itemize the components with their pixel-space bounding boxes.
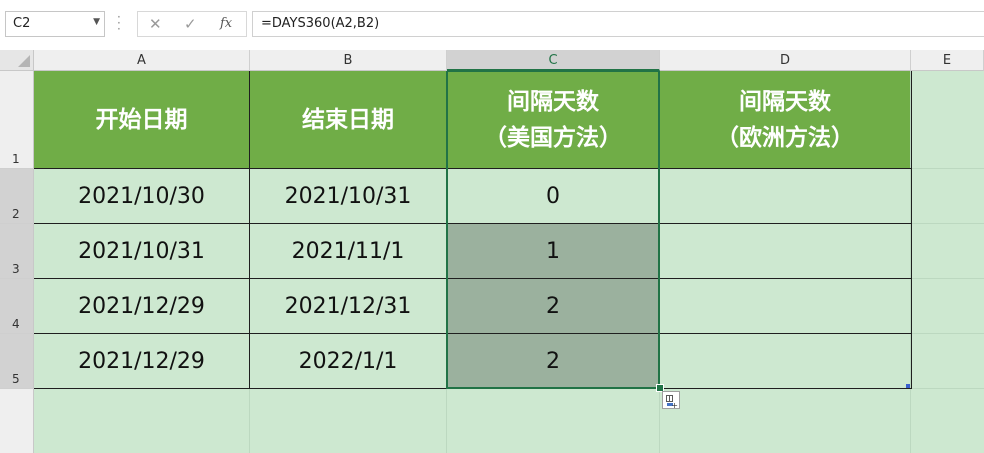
name-box-value: C2 — [13, 16, 31, 31]
formula-text: =DAYS360(A2,B2) — [261, 16, 380, 31]
cell-b2[interactable]: 2021/10/31 — [250, 169, 446, 223]
cell-grid[interactable]: 开始日期 结束日期 间隔天数 （美国方法） 间隔天数 （欧洲方法） 2021/1… — [34, 71, 984, 453]
row-header-2[interactable]: 2 — [0, 169, 34, 224]
cancel-icon[interactable]: ✕ — [149, 15, 162, 33]
gridline — [910, 71, 911, 453]
cell-c2[interactable]: 0 — [447, 169, 659, 223]
column-header-d[interactable]: D — [660, 50, 911, 71]
formula-input[interactable]: =DAYS360(A2,B2) — [252, 11, 984, 37]
row-number: 5 — [12, 372, 20, 386]
enter-icon[interactable]: ✓ — [184, 15, 197, 33]
formula-bar: C2 ▼ · · · ✕ ✓ fx =DAYS360(A2,B2) — [0, 0, 984, 51]
cell-d2[interactable] — [660, 169, 910, 223]
select-all-triangle-icon — [18, 55, 30, 67]
chevron-down-icon[interactable]: ▼ — [93, 17, 100, 27]
cell-b3[interactable]: 2021/11/1 — [250, 224, 446, 278]
header-line: 间隔天数 — [739, 88, 831, 115]
header-line: （欧洲方法） — [716, 124, 854, 151]
header-cell-end-date[interactable]: 结束日期 — [250, 71, 446, 168]
row-header-4[interactable]: 4 — [0, 279, 34, 334]
header-line: （美国方法） — [484, 124, 622, 151]
cell-c3[interactable]: 1 — [447, 224, 659, 278]
cell-a4[interactable]: 2021/12/29 — [34, 279, 249, 333]
insert-function-icon[interactable]: fx — [220, 16, 232, 31]
cell-b5[interactable]: 2022/1/1 — [250, 334, 446, 388]
quick-analysis-icon[interactable]: + — [662, 391, 680, 410]
column-header-e[interactable]: E — [911, 50, 984, 71]
cell-a2[interactable]: 2021/10/30 — [34, 169, 249, 223]
cell-c4[interactable]: 2 — [447, 279, 659, 333]
name-box[interactable]: C2 ▼ — [5, 11, 105, 37]
row-header-6[interactable] — [0, 389, 34, 453]
cell-b4[interactable]: 2021/12/31 — [250, 279, 446, 333]
row-header-3[interactable]: 3 — [0, 224, 34, 279]
header-line: 开始日期 — [95, 106, 188, 133]
cell-a3[interactable]: 2021/10/31 — [34, 224, 249, 278]
row-number: 1 — [12, 152, 20, 166]
formula-buttons: ✕ ✓ fx — [137, 11, 247, 37]
drag-handle-icon[interactable]: · · · — [117, 11, 123, 35]
row-number: 4 — [12, 317, 20, 331]
select-all-button[interactable] — [0, 50, 34, 71]
column-header-b[interactable]: B — [250, 50, 447, 71]
row-number: 2 — [12, 207, 20, 221]
plus-icon: + — [671, 401, 678, 410]
row-number: 3 — [12, 262, 20, 276]
excel-window: C2 ▼ · · · ✕ ✓ fx =DAYS360(A2,B2) A B C D … — [0, 0, 984, 453]
cell-c5[interactable]: 2 — [447, 334, 659, 388]
cell-a5[interactable]: 2021/12/29 — [34, 334, 249, 388]
cell-d3[interactable] — [660, 224, 910, 278]
header-cell-us-method[interactable]: 间隔天数 （美国方法） — [447, 71, 659, 168]
cell-d5[interactable] — [660, 334, 910, 388]
column-header-c[interactable]: C — [447, 50, 660, 71]
cell-d4[interactable] — [660, 279, 910, 333]
table-resize-handle[interactable] — [906, 384, 910, 388]
header-cell-start-date[interactable]: 开始日期 — [34, 71, 249, 168]
header-line: 结束日期 — [302, 106, 394, 133]
row-header-5[interactable]: 5 — [0, 334, 34, 389]
header-line: 间隔天数 — [507, 88, 599, 115]
gridline — [34, 388, 984, 389]
row-header-1[interactable]: 1 — [0, 71, 34, 169]
header-cell-eu-method[interactable]: 间隔天数 （欧洲方法） — [660, 71, 910, 168]
column-header-a[interactable]: A — [34, 50, 250, 71]
